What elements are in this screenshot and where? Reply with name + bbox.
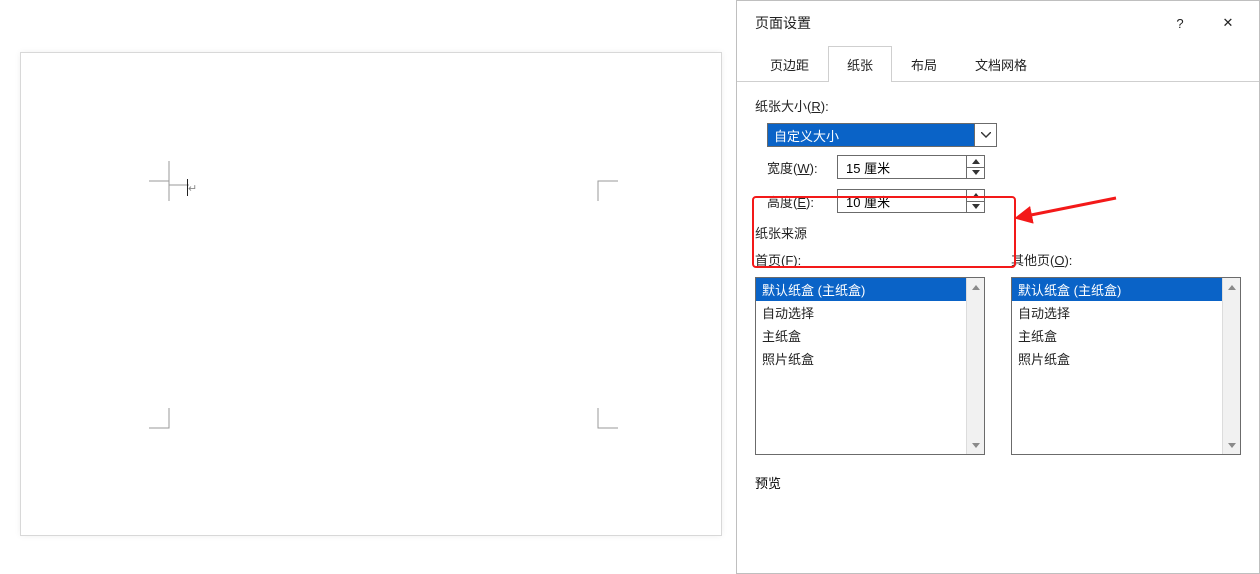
preview-label: 预览 xyxy=(755,473,1241,492)
scroll-up-icon[interactable] xyxy=(1223,278,1240,296)
width-value: 15 厘米 xyxy=(838,156,966,178)
tab-layout[interactable]: 布局 xyxy=(892,46,956,82)
other-pages-label: 其他页(O): xyxy=(1011,250,1241,269)
height-step-up[interactable] xyxy=(967,190,984,201)
height-spinner[interactable]: 10 厘米 xyxy=(837,189,985,213)
first-page-col: 首页(F): 默认纸盒 (主纸盒) 自动选择 主纸盒 照片纸盒 xyxy=(755,250,985,455)
tab-grid[interactable]: 文档网格 xyxy=(956,46,1046,82)
document-preview: ↵ xyxy=(20,52,722,536)
text-cursor: ↵ xyxy=(188,182,198,194)
height-step-down[interactable] xyxy=(967,201,984,213)
width-spinner-buttons xyxy=(966,156,984,178)
list-item[interactable]: 主纸盒 xyxy=(756,324,966,347)
first-page-listbox[interactable]: 默认纸盒 (主纸盒) 自动选择 主纸盒 照片纸盒 xyxy=(755,277,985,455)
crop-mark-tl xyxy=(149,161,189,201)
list-item[interactable]: 自动选择 xyxy=(1012,301,1222,324)
height-row: 高度(E): 10 厘米 xyxy=(767,189,1241,213)
height-value: 10 厘米 xyxy=(838,190,966,212)
scroll-up-icon[interactable] xyxy=(967,278,984,296)
width-step-down[interactable] xyxy=(967,167,984,179)
paper-source-section: 首页(F): 默认纸盒 (主纸盒) 自动选择 主纸盒 照片纸盒 xyxy=(755,250,1241,455)
crop-mark-bl xyxy=(149,408,189,448)
other-pages-listbox[interactable]: 默认纸盒 (主纸盒) 自动选择 主纸盒 照片纸盒 xyxy=(1011,277,1241,455)
paper-source-label: 纸张来源 xyxy=(755,223,1241,242)
height-label: 高度(E): xyxy=(767,192,829,211)
paper-size-value: 自定义大小 xyxy=(768,124,974,146)
scrollbar[interactable] xyxy=(1222,278,1240,454)
crop-mark-tr xyxy=(578,161,618,201)
chevron-down-icon[interactable] xyxy=(974,124,996,146)
scrollbar[interactable] xyxy=(966,278,984,454)
crop-mark-br xyxy=(578,408,618,448)
width-label: 宽度(W): xyxy=(767,158,829,177)
height-spinner-buttons xyxy=(966,190,984,212)
list-item[interactable]: 自动选择 xyxy=(756,301,966,324)
title-controls: ? ✕ xyxy=(1157,7,1251,39)
page-setup-dialog: 页面设置 ? ✕ 页边距 纸张 布局 文档网格 纸张大小(R): 自定义大小 宽… xyxy=(736,0,1260,574)
width-step-up[interactable] xyxy=(967,156,984,167)
tab-strip: 页边距 纸张 布局 文档网格 xyxy=(737,45,1259,82)
width-row: 宽度(W): 15 厘米 xyxy=(767,155,1241,179)
first-page-label: 首页(F): xyxy=(755,250,985,269)
list-item[interactable]: 照片纸盒 xyxy=(1012,347,1222,370)
other-pages-col: 其他页(O): 默认纸盒 (主纸盒) 自动选择 主纸盒 照片纸盒 xyxy=(1011,250,1241,455)
tab-body-paper: 纸张大小(R): 自定义大小 宽度(W): 15 厘米 xyxy=(737,82,1259,492)
width-spinner[interactable]: 15 厘米 xyxy=(837,155,985,179)
close-button[interactable]: ✕ xyxy=(1205,7,1251,39)
scroll-down-icon[interactable] xyxy=(1223,436,1240,454)
tab-paper[interactable]: 纸张 xyxy=(828,46,892,82)
list-item[interactable]: 主纸盒 xyxy=(1012,324,1222,347)
list-item[interactable]: 默认纸盒 (主纸盒) xyxy=(756,278,966,301)
tab-margins[interactable]: 页边距 xyxy=(751,46,828,82)
dialog-title: 页面设置 xyxy=(755,13,811,33)
paper-size-label: 纸张大小(R): xyxy=(755,96,1241,115)
help-button[interactable]: ? xyxy=(1157,7,1203,39)
dialog-titlebar: 页面设置 ? ✕ xyxy=(737,1,1259,45)
list-item[interactable]: 照片纸盒 xyxy=(756,347,966,370)
scroll-down-icon[interactable] xyxy=(967,436,984,454)
paper-size-combo[interactable]: 自定义大小 xyxy=(767,123,997,147)
list-item[interactable]: 默认纸盒 (主纸盒) xyxy=(1012,278,1222,301)
